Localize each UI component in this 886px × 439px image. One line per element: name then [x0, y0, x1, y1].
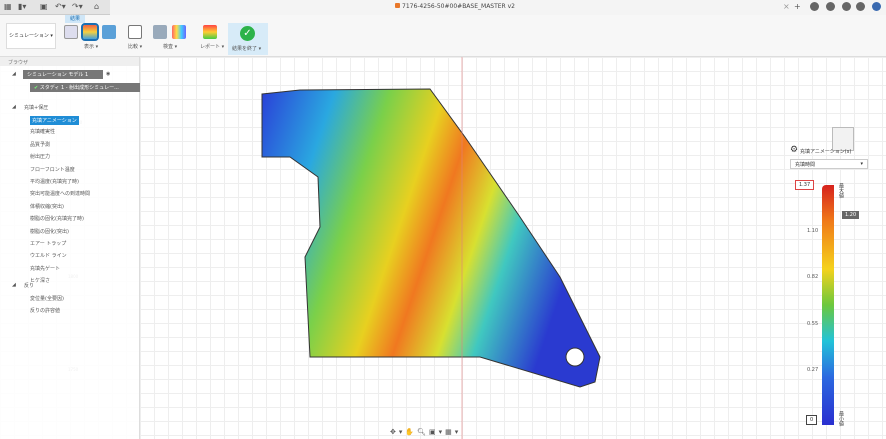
section-warp[interactable]: 反り: [24, 282, 34, 289]
redo-icon[interactable]: ↷▾: [72, 2, 83, 11]
section-fill-pack[interactable]: 充填+保圧: [24, 104, 48, 111]
help-icon[interactable]: [856, 2, 865, 11]
compare-icon[interactable]: [128, 25, 142, 39]
study-node[interactable]: ✔ スタディ 1 - 射出成形シミュレー...: [30, 83, 140, 92]
jobs-icon[interactable]: [826, 2, 835, 11]
file-icon[interactable]: ▮▾: [18, 2, 26, 11]
browser-item[interactable]: ウエルド ライン: [30, 252, 67, 259]
browser-item[interactable]: エアー トラップ: [30, 240, 66, 247]
group-compare[interactable]: 比較 ▾: [128, 43, 142, 50]
probe-icon[interactable]: [172, 25, 186, 39]
display-icon: ▣▾: [429, 428, 446, 436]
result-type-select[interactable]: 充填時間 ▾: [790, 159, 868, 169]
browser-item[interactable]: 充填アニメーション: [30, 116, 79, 125]
grid-icon: ▦▾: [445, 428, 462, 436]
legend-title: 充填アニメーション(s): [800, 149, 852, 155]
zoom-icon: 🔍︎: [417, 428, 429, 436]
expand-icon[interactable]: ◢: [12, 282, 16, 288]
browser-icon[interactable]: [64, 25, 78, 39]
avatar[interactable]: [872, 2, 881, 11]
min-label: 最小値: [838, 411, 844, 426]
ribbon-toolbar: シミュレーション ▾ 結果 表示 ▾ 比較 ▾ 検査 ▾ レポート ▾ ✓ 結果…: [0, 15, 886, 57]
tab-result[interactable]: 結果: [65, 15, 85, 23]
new-tab-icon[interactable]: +: [794, 2, 801, 11]
browser-item[interactable]: 突出可能温度への到達時間: [30, 190, 90, 197]
grid-menu-icon[interactable]: ▦: [4, 2, 12, 11]
home-icon[interactable]: ⌂: [94, 2, 99, 11]
browser-item[interactable]: 樹脂の固化(突出): [30, 228, 69, 235]
browser-item[interactable]: 変位量(全要因): [30, 295, 64, 302]
navigation-bar[interactable]: ✥▾✋🔍︎▣▾▦▾: [390, 428, 500, 438]
save-icon[interactable]: ▣: [40, 2, 48, 11]
max-label: 最大値: [838, 183, 844, 198]
legend-tick: 1.10: [807, 228, 819, 234]
group-display[interactable]: 表示 ▾: [84, 43, 98, 50]
gear-icon[interactable]: ⚙: [790, 145, 798, 155]
current-value-marker[interactable]: 1.20: [842, 210, 860, 219]
browser-header: ブラウザ: [0, 57, 139, 66]
expand-icon[interactable]: ◢: [12, 71, 16, 77]
browser-item[interactable]: フローフロント温度: [30, 166, 75, 173]
finish-results-button[interactable]: ✓ 結果を終了 ▾: [228, 23, 268, 55]
visibility-icon[interactable]: ◉: [106, 71, 110, 77]
workspace-selector[interactable]: シミュレーション ▾: [6, 23, 56, 49]
simulation-model-node[interactable]: シミュレーション モデル 1: [23, 70, 103, 79]
legend-tick: 0.27: [807, 367, 819, 373]
export-icon[interactable]: [102, 25, 116, 39]
browser-item[interactable]: 充填先ゲート: [30, 265, 60, 272]
min-value-box[interactable]: 0: [806, 415, 818, 425]
checkmark-icon: ✓: [240, 26, 255, 41]
browser-item[interactable]: 射出圧力: [30, 153, 50, 160]
pan-icon: ✋: [405, 428, 418, 436]
sync-icon[interactable]: [810, 2, 819, 11]
orbit-icon: ✥▾: [390, 428, 406, 436]
notifications-icon[interactable]: [842, 2, 851, 11]
legend-tick: 0.55: [807, 321, 819, 327]
max-value-box[interactable]: 1.37: [795, 180, 815, 190]
expand-icon[interactable]: ◢: [12, 104, 16, 110]
browser-item[interactable]: 品質予測: [30, 141, 50, 148]
group-inspect[interactable]: 検査 ▾: [163, 43, 177, 50]
document-title: 7176-4256-50#00#BASE_MASTER v2: [395, 3, 515, 10]
group-report[interactable]: レポート ▾: [200, 43, 224, 50]
legend-tick: 0.82: [807, 274, 819, 280]
color-scale-bar: [822, 185, 834, 425]
browser-item[interactable]: 充填確実性: [30, 128, 55, 135]
browser-item[interactable]: 体積収縮(突出): [30, 203, 64, 210]
browser-panel: ブラウザ ◢ シミュレーション モデル 1 ◉ ✔ スタディ 1 - 射出成形シ…: [0, 57, 140, 439]
browser-item[interactable]: 平均温度(充填完了時): [30, 178, 79, 185]
undo-icon[interactable]: ↶▾: [55, 2, 66, 11]
display-results-icon[interactable]: [81, 23, 99, 41]
browser-item[interactable]: 反りの許容値: [30, 307, 60, 314]
browser-item[interactable]: 樹脂の固化(充填完了時): [30, 215, 84, 222]
section-icon[interactable]: [153, 25, 167, 39]
report-icon[interactable]: [203, 25, 217, 39]
result-legend: ⚙ 充填アニメーション(s) 充填時間 ▾ 1.37 最大値 1.20 1.10 …: [790, 145, 870, 430]
title-bar: ▦ ▮▾ ▣ ↶▾ ↷▾ ⌂ 7176-4256-50#00#BASE_MAST…: [0, 0, 886, 15]
close-tab-icon[interactable]: ×: [783, 2, 790, 11]
